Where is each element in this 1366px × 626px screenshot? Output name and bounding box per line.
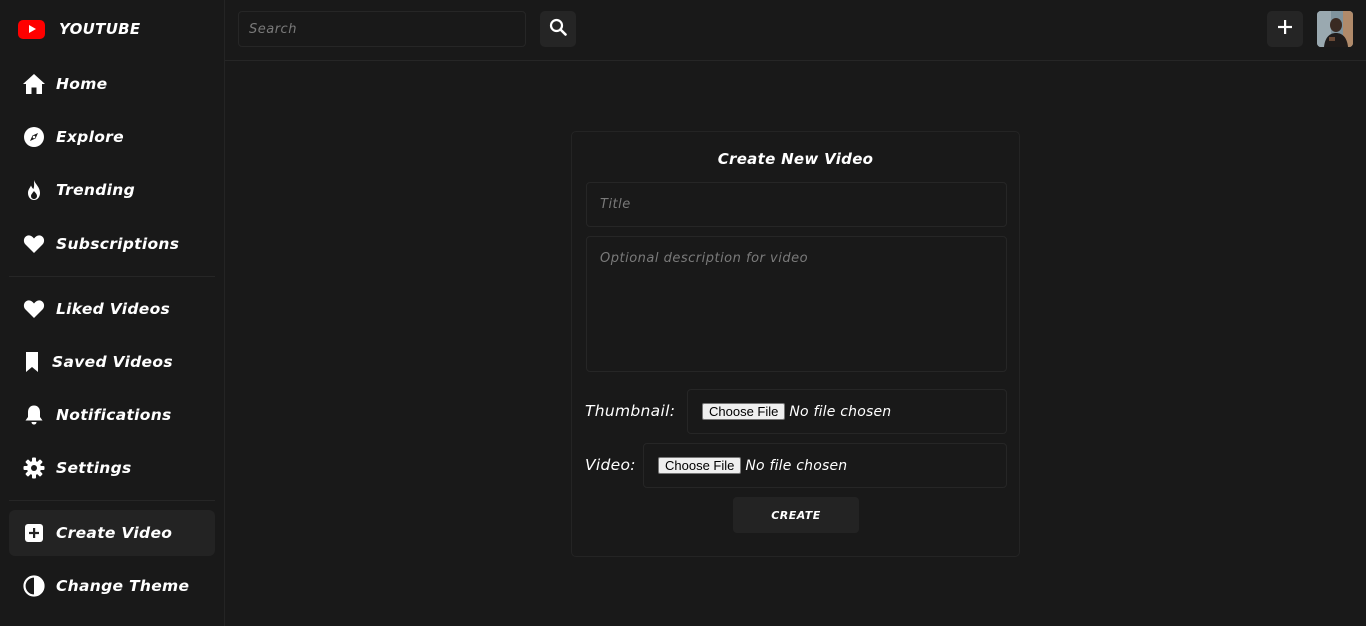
compass-icon bbox=[22, 125, 46, 149]
sidebar-item-label: Notifications bbox=[56, 406, 172, 424]
create-button[interactable]: CREATE bbox=[733, 497, 859, 533]
fire-icon bbox=[22, 178, 46, 202]
home-icon bbox=[22, 72, 46, 96]
sidebar-item-settings[interactable]: Settings bbox=[9, 445, 215, 491]
search-button[interactable] bbox=[540, 11, 576, 47]
brand-name: YOUTUBE bbox=[59, 20, 141, 38]
thumbnail-label: Thumbnail: bbox=[585, 402, 676, 420]
sidebar-item-notifications[interactable]: Notifications bbox=[9, 392, 215, 438]
description-input[interactable] bbox=[586, 236, 1007, 372]
sidebar-item-trending[interactable]: Trending bbox=[9, 167, 215, 213]
search-icon bbox=[549, 18, 567, 40]
thumbnail-choose-file-button[interactable]: Choose File bbox=[702, 403, 786, 420]
bell-icon bbox=[22, 403, 46, 427]
thumbnail-file-input[interactable]: Choose File No file chosen bbox=[687, 389, 1007, 434]
sidebar-item-change-theme[interactable]: Change Theme bbox=[9, 563, 215, 609]
sidebar-item-label: Create Video bbox=[56, 524, 173, 542]
youtube-play-icon bbox=[18, 19, 45, 39]
sidebar-item-subscriptions[interactable]: Subscriptions bbox=[9, 221, 215, 267]
sidebar-item-label: Saved Videos bbox=[52, 353, 173, 371]
create-video-form: Create New Video Thumbnail: Choose File … bbox=[571, 131, 1020, 557]
gear-icon bbox=[22, 456, 46, 480]
sidebar-item-label: Liked Videos bbox=[56, 300, 171, 318]
sidebar-item-label: Trending bbox=[56, 181, 135, 199]
sidebar-item-create-video[interactable]: Create Video bbox=[9, 510, 215, 556]
sidebar-divider bbox=[9, 276, 215, 277]
sidebar-item-explore[interactable]: Explore bbox=[9, 114, 215, 160]
search-input[interactable] bbox=[238, 11, 526, 47]
topbar bbox=[225, 0, 1366, 61]
sidebar-item-label: Change Theme bbox=[56, 577, 190, 595]
bookmark-icon bbox=[22, 350, 42, 374]
plus-square-icon bbox=[22, 521, 46, 545]
avatar[interactable] bbox=[1317, 11, 1353, 47]
sidebar: YOUTUBE Home Explore Trending Subscripti… bbox=[0, 0, 225, 626]
video-label: Video: bbox=[585, 456, 636, 474]
sidebar-item-label: Settings bbox=[56, 459, 132, 477]
sidebar-item-label: Home bbox=[56, 75, 108, 93]
sidebar-item-home[interactable]: Home bbox=[9, 61, 215, 107]
sidebar-item-liked-videos[interactable]: Liked Videos bbox=[9, 286, 215, 332]
form-heading: Create New Video bbox=[717, 150, 874, 168]
heart-icon bbox=[22, 232, 46, 256]
title-input[interactable] bbox=[586, 182, 1007, 227]
heart-icon bbox=[22, 297, 46, 321]
sidebar-item-saved-videos[interactable]: Saved Videos bbox=[9, 339, 215, 385]
sidebar-item-label: Explore bbox=[56, 128, 124, 146]
video-file-input[interactable]: Choose File No file chosen bbox=[643, 443, 1007, 488]
brand[interactable]: YOUTUBE bbox=[18, 16, 140, 42]
plus-icon bbox=[1277, 19, 1293, 39]
thumbnail-file-status: No file chosen bbox=[789, 403, 892, 420]
sidebar-item-label: Subscriptions bbox=[56, 235, 180, 253]
create-video-button[interactable] bbox=[1267, 11, 1303, 47]
sidebar-divider bbox=[9, 500, 215, 501]
video-file-status: No file chosen bbox=[745, 457, 848, 474]
half-circle-icon bbox=[22, 574, 46, 598]
video-choose-file-button[interactable]: Choose File bbox=[658, 457, 742, 474]
